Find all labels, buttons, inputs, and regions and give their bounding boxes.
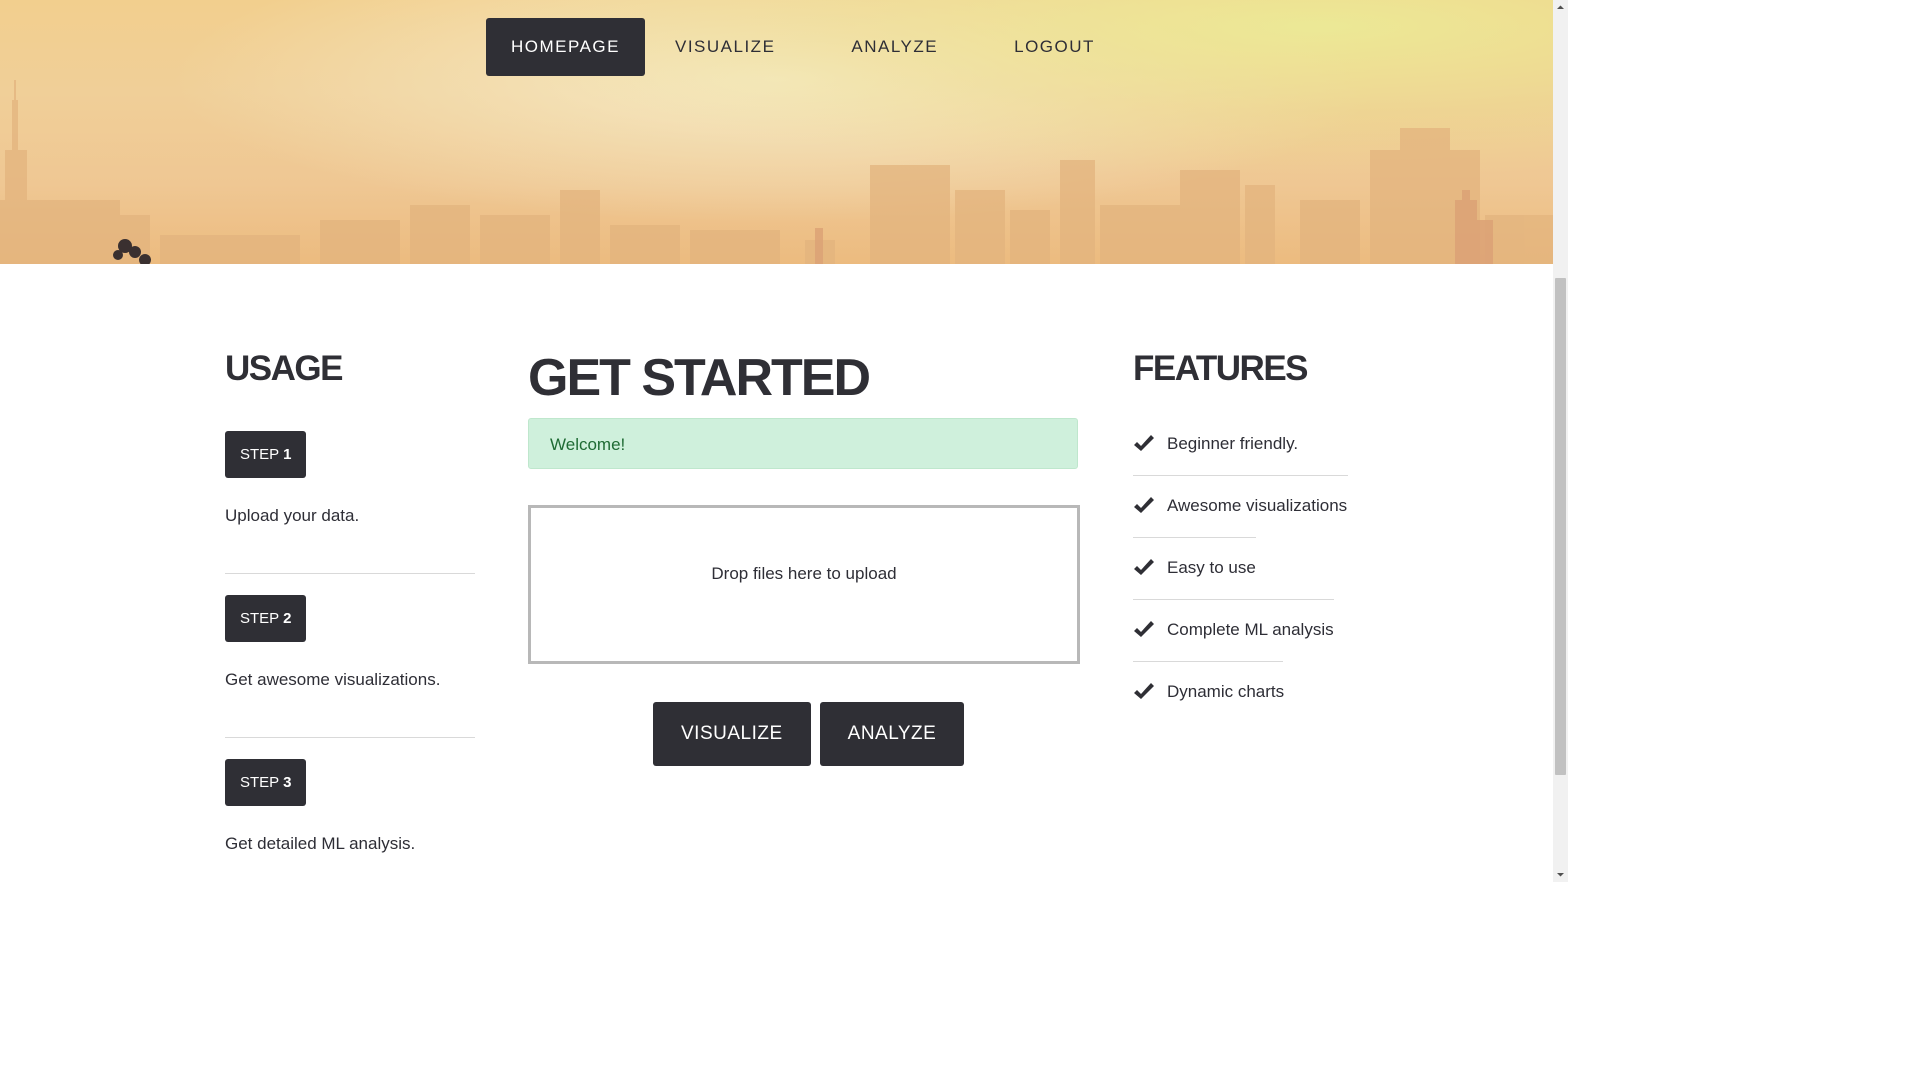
get-started-title: GET STARTED [528,349,871,407]
scroll-down-arrow-icon[interactable] [1553,867,1568,882]
nav-logout[interactable]: LOGOUT [989,18,1120,76]
step-number: 2 [283,610,292,627]
check-icon [1134,435,1154,451]
feature-item: Complete ML analysis [1133,599,1334,661]
feature-item: Beginner friendly. [1133,413,1298,475]
feature-label: Complete ML analysis [1167,620,1334,639]
nav-visualize[interactable]: VISUALIZE [650,18,800,76]
check-icon [1134,621,1154,637]
step-prefix: STEP [240,774,279,791]
analyze-button[interactable]: ANALYZE [819,702,965,766]
feature-item: Dynamic charts [1133,661,1284,723]
step-number: 1 [283,446,292,463]
step-prefix: STEP [240,610,279,627]
visualize-button[interactable]: VISUALIZE [653,702,811,766]
nav-homepage[interactable]: HOMEPAGE [486,18,645,76]
app-root: HOMEPAGE VISUALIZE ANALYZE LOGOUT USAGE … [0,0,1568,882]
step-divider [225,573,475,574]
usage-title: USAGE [225,349,343,388]
main-nav: HOMEPAGE VISUALIZE ANALYZE LOGOUT [486,18,1125,76]
vertical-scrollbar[interactable] [1553,0,1568,882]
scrollbar-thumb[interactable] [1555,278,1566,775]
step-badge: STEP 3 [225,759,307,806]
scroll-up-arrow-icon[interactable] [1553,0,1568,15]
feature-label: Awesome visualizations [1167,496,1348,515]
nav-analyze[interactable]: ANALYZE [826,18,963,76]
get-started-section: GET STARTED Welcome! Drop files here to … [528,340,1080,766]
step-3: STEP 3 Get detailed ML analysis. [225,759,475,854]
file-dropzone[interactable]: Drop files here to upload [528,505,1080,664]
step-prefix: STEP [240,446,279,463]
features-title: FEATURES [1133,349,1309,388]
check-icon [1134,559,1154,575]
feature-label: Easy to use [1167,558,1256,577]
step-1: STEP 1 Upload your data. [225,431,475,526]
step-description: Get awesome visualizations. [225,670,441,689]
step-2: STEP 2 Get awesome visualizations. [225,595,475,690]
welcome-alert: Welcome! [528,418,1078,469]
step-badge: STEP 1 [225,431,307,478]
check-icon [1134,683,1154,699]
step-divider [225,737,475,738]
feature-item: Awesome visualizations [1133,475,1347,537]
usage-section: USAGE STEP 1 Upload your data. STEP 2 Ge… [225,340,475,853]
features-section: FEATURES Beginner friendly. Awesome visu… [1133,340,1348,701]
feature-item: Easy to use [1133,537,1256,599]
step-description: Get detailed ML analysis. [225,834,416,853]
action-buttons: VISUALIZE ANALYZE [653,702,973,766]
feature-label: Dynamic charts [1167,682,1285,701]
step-badge: STEP 2 [225,595,307,642]
step-number: 3 [283,774,292,791]
hero-banner: HOMEPAGE VISUALIZE ANALYZE LOGOUT [0,0,1553,264]
step-description: Upload your data. [225,506,360,525]
check-icon [1134,497,1154,513]
feature-label: Beginner friendly. [1167,434,1299,453]
